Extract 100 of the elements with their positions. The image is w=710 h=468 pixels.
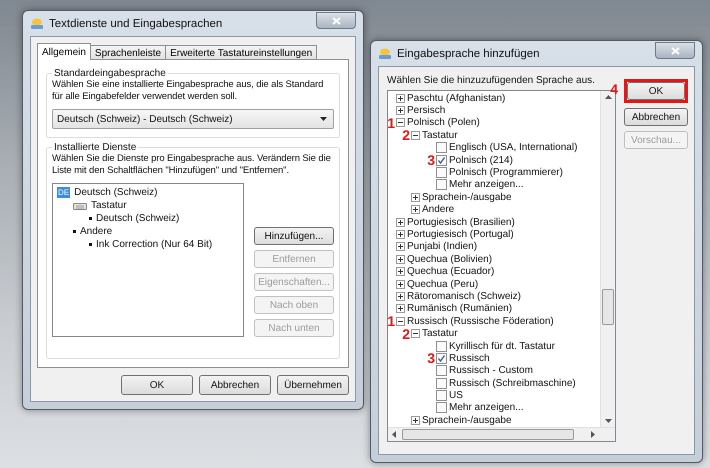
dropdown-arrow-icon: [320, 117, 327, 121]
group-description: Wählen Sie eine installierte Eingabesprache aus, die als Standard für alle Eingabefelder verwendet werden soll.: [52, 79, 324, 103]
expand-toggle-icon[interactable]: [396, 230, 405, 239]
tree-item[interactable]: Sprachein-/ausgabe: [422, 414, 512, 426]
expand-toggle-icon[interactable]: [396, 106, 405, 116]
window-title: Eingabesprache hinzufügen: [397, 48, 541, 60]
keyboard-icon: [73, 201, 87, 210]
bullet-icon: [89, 243, 92, 246]
tree-item[interactable]: Andere: [80, 226, 112, 237]
step-number: 1: [387, 314, 395, 328]
expand-toggle-icon[interactable]: [396, 242, 405, 252]
tree-item[interactable]: Quechua (Peru): [407, 278, 478, 290]
dialog-button[interactable]: Abbrechen: [624, 108, 688, 126]
close-icon: [670, 46, 680, 54]
expand-toggle-icon[interactable]: [396, 254, 405, 264]
tree-item[interactable]: Persisch: [407, 105, 446, 116]
close-button[interactable]: [316, 12, 356, 29]
tree-item[interactable]: Mehr anzeigen...: [449, 402, 524, 414]
bullet-icon: [89, 217, 92, 220]
app-icon: [30, 18, 44, 30]
tree-item[interactable]: Russisch - Custom: [449, 365, 533, 376]
dialog-button[interactable]: OK: [121, 375, 193, 395]
expand-toggle-icon[interactable]: [396, 316, 405, 326]
expand-toggle-icon[interactable]: [396, 292, 405, 301]
tree-item[interactable]: Polnisch (Polen): [407, 117, 480, 128]
tab[interactable]: Allgemein: [37, 43, 91, 60]
tree-item[interactable]: Tastatur: [422, 130, 458, 141]
expand-toggle-icon[interactable]: [396, 267, 405, 276]
tab[interactable]: Erweiterte Tastatureinstellungen: [165, 45, 318, 60]
expand-toggle-icon[interactable]: [396, 304, 405, 314]
tree-item[interactable]: Tastatur: [422, 328, 458, 340]
scroll-thumb[interactable]: [402, 428, 574, 440]
tree-item[interactable]: US: [449, 390, 463, 402]
tree-item[interactable]: Quechua (Bolivien): [407, 254, 492, 265]
expand-toggle-icon[interactable]: [411, 192, 420, 202]
checkbox[interactable]: [436, 179, 447, 190]
tree-item[interactable]: Rumänisch (Rumänien): [407, 303, 512, 314]
bullet-icon: [73, 230, 76, 233]
dialog-button[interactable]: Übernehmen: [277, 375, 349, 395]
scroll-left-icon[interactable]: [392, 430, 396, 438]
tree-item[interactable]: Paschtu (Afghanistan): [407, 92, 506, 104]
step-number: 2: [402, 326, 410, 341]
checkbox[interactable]: [436, 340, 447, 352]
checkbox[interactable]: [436, 142, 447, 154]
tab[interactable]: Sprachenleiste: [90, 45, 166, 60]
checkbox[interactable]: [436, 378, 447, 389]
expand-toggle-icon[interactable]: [396, 218, 405, 227]
tree-item[interactable]: Polnisch (Programmierer): [449, 167, 563, 178]
tree-item[interactable]: Quechua (Ecuador): [407, 266, 494, 278]
group-heading: Installierte Dienste: [53, 142, 138, 153]
expand-toggle-icon[interactable]: [411, 130, 420, 140]
step-number: 2: [402, 128, 410, 142]
tree-item[interactable]: Russisch (Schreibmaschine): [449, 378, 576, 389]
checkbox[interactable]: [436, 402, 447, 414]
language-dropdown[interactable]: Deutsch (Schweiz) - Deutsch (Schweiz): [52, 109, 334, 129]
tree-item[interactable]: Punjabi (Indien): [407, 241, 478, 252]
tree-item[interactable]: Ink Correction (Nur 64 Bit): [96, 239, 212, 250]
expand-toggle-icon[interactable]: [411, 416, 420, 425]
step-number: 1: [387, 116, 395, 130]
tree-item[interactable]: Deutsch (Schweiz): [96, 213, 180, 224]
scroll-thumb[interactable]: [602, 289, 614, 325]
checkbox[interactable]: [436, 167, 447, 178]
checkbox[interactable]: [436, 154, 447, 166]
scroll-up-icon[interactable]: [604, 95, 612, 99]
checkbox[interactable]: [436, 390, 447, 402]
instruction-text: Wählen Sie die hinzuzufügenden Sprache aus.: [387, 75, 596, 86]
group-heading: Standardeingabesprache: [53, 68, 167, 79]
tree-item[interactable]: Russisch: [449, 352, 490, 364]
scroll-right-icon[interactable]: [591, 430, 595, 438]
window-title: Textdienste und Eingabesprachen: [49, 18, 224, 30]
tree-item[interactable]: Portugiesisch (Portugal): [407, 228, 514, 240]
app-icon: [378, 48, 392, 60]
expand-toggle-icon[interactable]: [411, 329, 420, 338]
close-icon: [332, 16, 340, 24]
dialog-button[interactable]: OK: [627, 82, 685, 100]
tree-item[interactable]: Sprachein-/ausgabe: [422, 192, 512, 203]
tree-item[interactable]: Andere: [422, 204, 454, 216]
tree-item[interactable]: Polnisch (214): [449, 154, 513, 166]
group-description: Wählen Sie die Dienste pro Eingabesprache aus. Verändern Sie die Liste mit den Schaltflächen "Hinzufügen" und "Entfernen".: [52, 153, 332, 177]
tree-item[interactable]: Mehr anzeigen...: [449, 179, 524, 190]
expand-toggle-icon[interactable]: [396, 280, 405, 289]
expand-toggle-icon[interactable]: [411, 205, 420, 214]
expand-toggle-icon[interactable]: [396, 94, 405, 103]
tree-item[interactable]: Englisch (USA, International): [449, 142, 578, 154]
checkbox[interactable]: [436, 365, 447, 376]
checkbox[interactable]: [436, 352, 447, 364]
close-button[interactable]: [655, 42, 695, 59]
tree-item[interactable]: Kyrillisch für dt. Tastatur: [449, 340, 555, 352]
dialog-button[interactable]: Abbrechen: [199, 375, 271, 395]
tree-item[interactable]: Rätoromanisch (Schweiz): [407, 290, 521, 302]
expand-toggle-icon[interactable]: [396, 118, 405, 128]
horizontal-scrollbar[interactable]: [388, 426, 615, 441]
scroll-down-icon[interactable]: [604, 418, 612, 423]
tree-item[interactable]: Portugiesisch (Brasilien): [407, 216, 515, 228]
tree-item[interactable]: Russisch (Russische Föderation): [407, 316, 554, 327]
step-number: 3: [427, 153, 435, 168]
language-badge: DE: [57, 187, 70, 198]
tree-item[interactable]: Deutsch (Schweiz): [74, 187, 158, 198]
tree-item[interactable]: Tastatur: [91, 200, 127, 211]
action-button[interactable]: Hinzufügen...: [254, 227, 334, 245]
